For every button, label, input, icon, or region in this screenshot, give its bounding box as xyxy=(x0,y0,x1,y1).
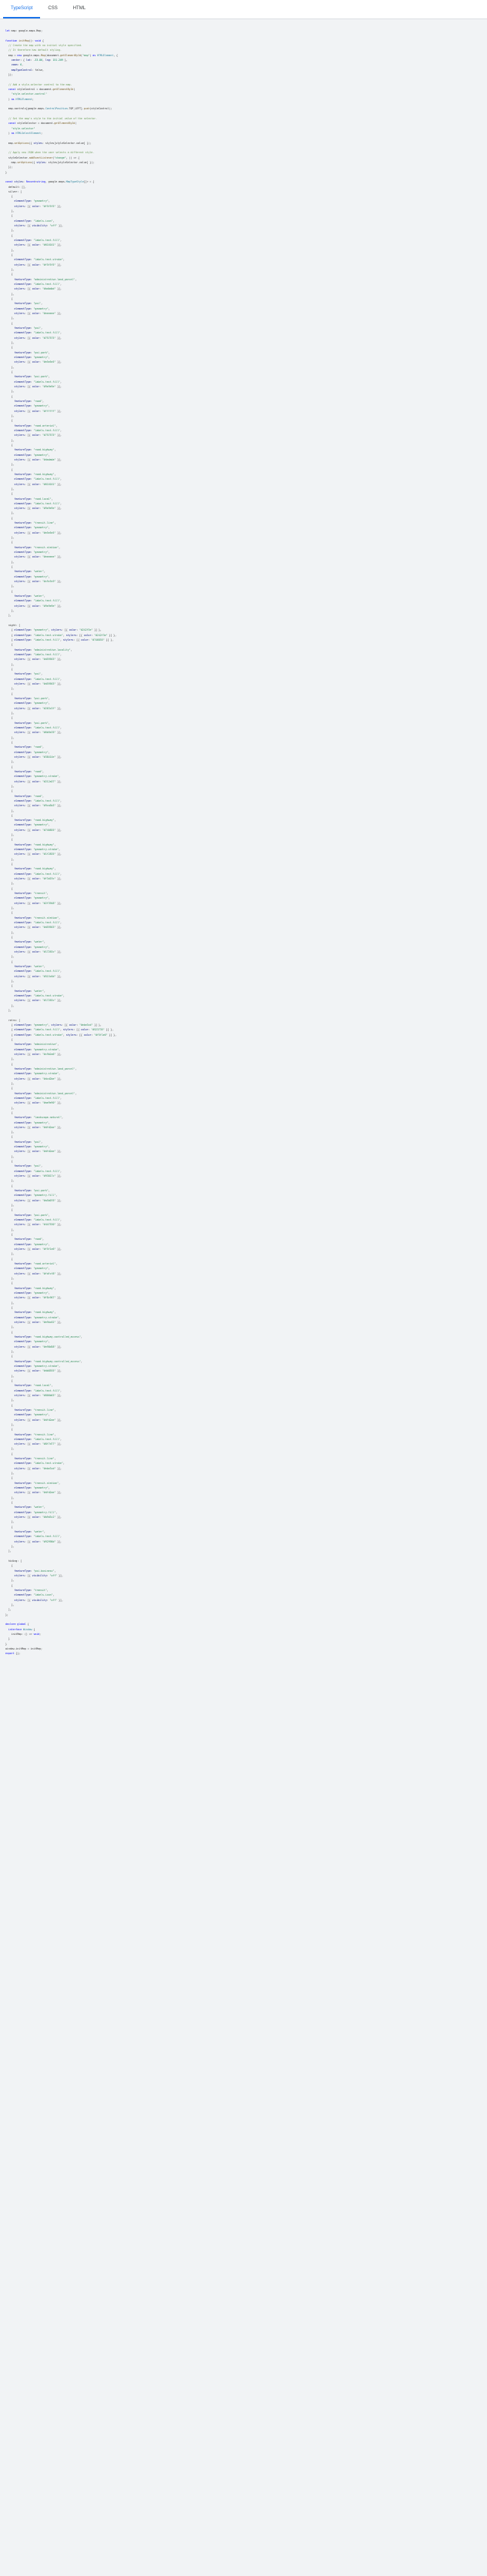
code-line: export {}; xyxy=(5,1652,21,1656)
code-panel: let map: google.maps.Map; function initMa… xyxy=(0,19,487,1656)
language-tab-bar: TypeScript CSS HTML xyxy=(0,0,487,19)
tab-css[interactable]: CSS xyxy=(40,0,65,18)
tab-html[interactable]: HTML xyxy=(65,0,93,18)
tab-typescript[interactable]: TypeScript xyxy=(3,0,41,18)
